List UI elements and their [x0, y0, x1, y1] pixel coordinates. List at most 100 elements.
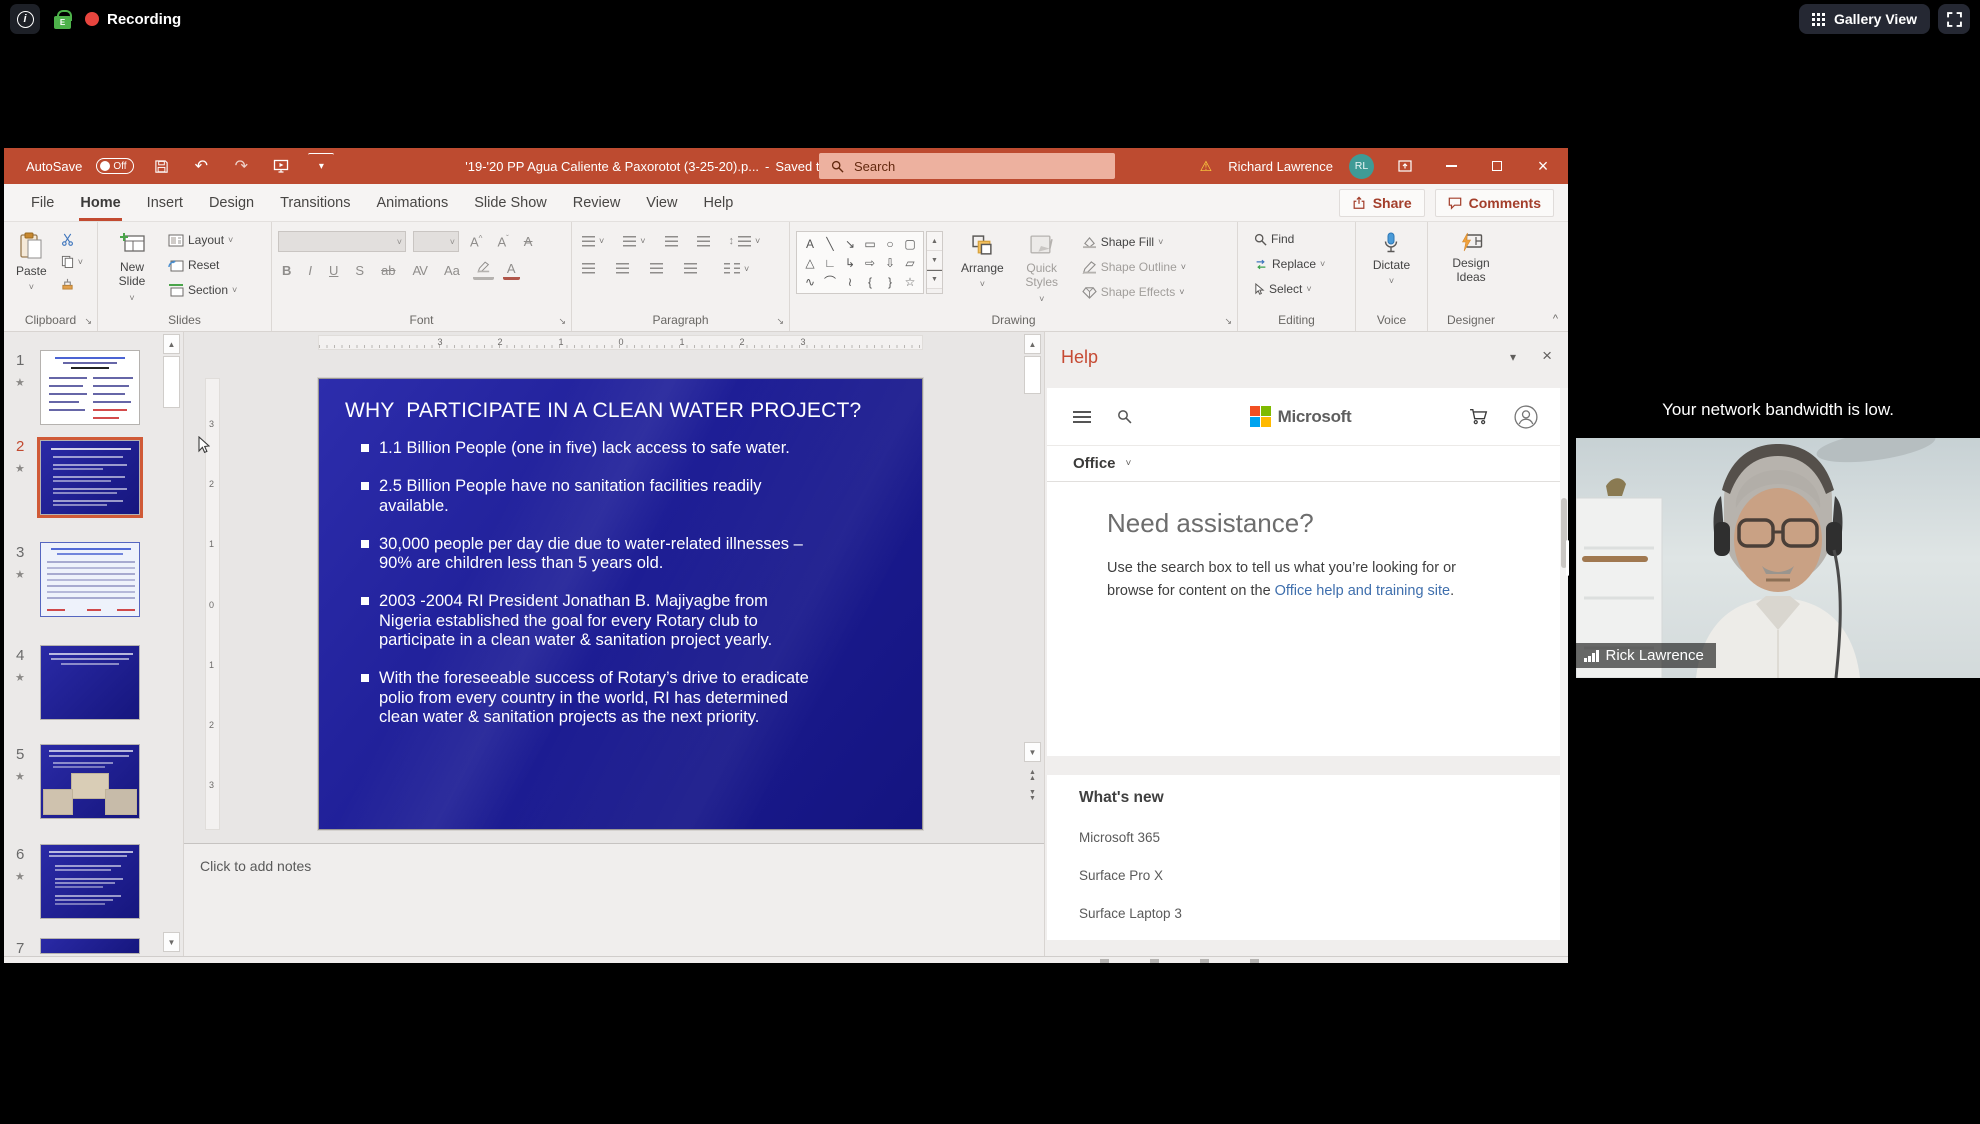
slide-sorter-view-button[interactable] [1150, 959, 1159, 963]
dictate-button[interactable]: Dictate ˅ [1367, 229, 1416, 290]
slide-1-thumb[interactable] [40, 350, 140, 425]
redo-button[interactable]: ↷ [228, 153, 254, 179]
shape-fill-button[interactable]: Shape Fill˅ [1078, 233, 1190, 251]
shape-line[interactable]: ╲ [820, 234, 840, 253]
help-pane-close-button[interactable]: × [1542, 350, 1552, 364]
hamburger-menu-icon[interactable] [1073, 411, 1091, 423]
scroll-up-button[interactable]: ▲ [1024, 334, 1041, 354]
shape-triangle[interactable]: △ [800, 253, 820, 272]
help-search-icon[interactable] [1117, 409, 1132, 424]
font-dialog-launcher[interactable]: ↘ [558, 316, 566, 327]
font-size-combo[interactable]: ˅ [413, 231, 459, 252]
bold-button[interactable]: B [278, 262, 295, 279]
find-button[interactable]: Find [1250, 230, 1298, 248]
customize-quick-access-button[interactable]: ▾ [308, 153, 334, 179]
thumb-scroll-down-button[interactable]: ▼ [163, 932, 180, 952]
slideshow-view-button[interactable] [1250, 959, 1259, 963]
gallery-view-button[interactable]: Gallery View [1799, 4, 1930, 34]
shape-curve[interactable]: ≀ [840, 272, 860, 291]
font-name-combo[interactable]: ˅ [278, 231, 406, 252]
warning-icon[interactable]: ⚠ [1200, 158, 1213, 175]
tab-design[interactable]: Design [196, 184, 267, 221]
grow-font-button[interactable]: A^ [466, 233, 486, 250]
highlight-color-button[interactable] [473, 260, 494, 280]
shapes-scroll-up[interactable]: ▲ [927, 232, 942, 251]
drawing-dialog-launcher[interactable]: ↘ [1224, 316, 1232, 327]
shape-elbow-connector[interactable]: ∟ [820, 253, 840, 272]
slide-7-thumb[interactable] [40, 938, 140, 954]
shape-freeform[interactable]: ▱ [900, 253, 920, 272]
thumb-scroll-up-button[interactable]: ▲ [163, 334, 180, 354]
underline-button[interactable]: U [325, 262, 342, 279]
whats-new-link-surface-pro-x[interactable]: Surface Pro X [1079, 868, 1564, 883]
shape-elbow-arrow-connector[interactable]: ↳ [840, 253, 860, 272]
numbering-button[interactable]: ˅ [619, 234, 649, 249]
maximize-button[interactable] [1482, 151, 1512, 181]
tab-view[interactable]: View [633, 184, 690, 221]
whats-new-link-surface-laptop-3[interactable]: Surface Laptop 3 [1079, 906, 1564, 921]
italic-button[interactable]: I [304, 262, 316, 279]
normal-view-button[interactable] [1100, 959, 1109, 963]
comments-button[interactable]: Comments [1435, 189, 1554, 217]
undo-button[interactable]: ↶ [188, 153, 214, 179]
scroll-thumb[interactable] [1024, 356, 1041, 394]
shape-scribble[interactable]: ∿ [800, 272, 820, 291]
quick-styles-button[interactable]: Quick Styles ˅ [1014, 231, 1070, 308]
arrange-button[interactable]: Arrange ˅ [955, 231, 1010, 293]
save-button[interactable] [148, 153, 174, 179]
help-pane-menu-caret[interactable]: ▾ [1510, 350, 1516, 364]
scroll-down-button[interactable]: ▼ [1024, 742, 1041, 762]
shape-right-brace[interactable]: } [880, 272, 900, 291]
account-name[interactable]: Richard Lawrence [1228, 159, 1333, 174]
shape-arrow[interactable]: ↘ [840, 234, 860, 253]
format-painter-button[interactable] [57, 275, 87, 292]
bullets-button[interactable]: ˅ [578, 234, 608, 249]
text-shadow-button[interactable]: S [351, 262, 368, 279]
tab-help[interactable]: Help [690, 184, 746, 221]
character-spacing-button[interactable]: AV [409, 262, 431, 279]
notes-placeholder[interactable]: Click to add notes [200, 858, 1044, 874]
shape-rounded-rectangle[interactable]: ▢ [900, 234, 920, 253]
shrink-font-button[interactable]: Aˇ [493, 233, 512, 250]
shape-effects-button[interactable]: Shape Effects˅ [1078, 283, 1190, 301]
participant-video-tile[interactable]: Rick Lawrence [1576, 438, 1980, 678]
change-case-button[interactable]: Aa [440, 262, 464, 279]
line-spacing-button[interactable]: ↕˅ [725, 233, 765, 249]
tab-home[interactable]: Home [67, 184, 133, 221]
next-slide-button[interactable]: ▼▼ [1024, 786, 1041, 806]
tab-file[interactable]: File [18, 184, 67, 221]
layout-button[interactable]: Layout˅ [164, 231, 241, 249]
shape-down-arrow[interactable]: ⇩ [880, 253, 900, 272]
slide-body[interactable]: 1.1 Billion People (one in five) lack ac… [361, 439, 841, 727]
tab-slideshow[interactable]: Slide Show [461, 184, 560, 221]
shape-text-box[interactable]: A [806, 237, 814, 251]
tab-animations[interactable]: Animations [363, 184, 461, 221]
shape-right-arrow[interactable]: ⇨ [860, 253, 880, 272]
justify-button[interactable] [680, 261, 701, 276]
panel-drag-handle[interactable] [1566, 540, 1569, 576]
shapes-more-button[interactable]: ▼ [927, 270, 942, 289]
columns-button[interactable]: ˅ [720, 261, 753, 276]
reading-view-button[interactable] [1200, 959, 1209, 963]
shape-oval[interactable]: ○ [880, 234, 900, 253]
align-left-button[interactable] [578, 261, 599, 276]
align-center-button[interactable] [612, 261, 633, 276]
paragraph-dialog-launcher[interactable]: ↘ [776, 316, 784, 327]
select-button[interactable]: Select˅ [1250, 280, 1316, 298]
slide-6-thumb[interactable] [40, 844, 140, 919]
tab-transitions[interactable]: Transitions [267, 184, 363, 221]
fullscreen-button[interactable] [1938, 4, 1970, 34]
clear-formatting-button[interactable]: A [520, 233, 537, 250]
start-slideshow-button[interactable] [268, 153, 294, 179]
design-ideas-button[interactable]: Design Ideas [1444, 229, 1498, 288]
search-box[interactable]: Search [819, 153, 1115, 179]
section-button[interactable]: Section˅ [164, 281, 241, 299]
shape-left-brace[interactable]: { [860, 272, 880, 291]
previous-slide-button[interactable]: ▲▲ [1024, 766, 1041, 786]
tab-insert[interactable]: Insert [134, 184, 196, 221]
autosave-toggle[interactable]: Off [96, 158, 134, 174]
shapes-scroll-down[interactable]: ▼ [927, 251, 942, 270]
font-color-button[interactable]: A [503, 260, 520, 280]
cart-icon[interactable] [1469, 408, 1488, 425]
replace-button[interactable]: Replace˅ [1250, 255, 1329, 273]
